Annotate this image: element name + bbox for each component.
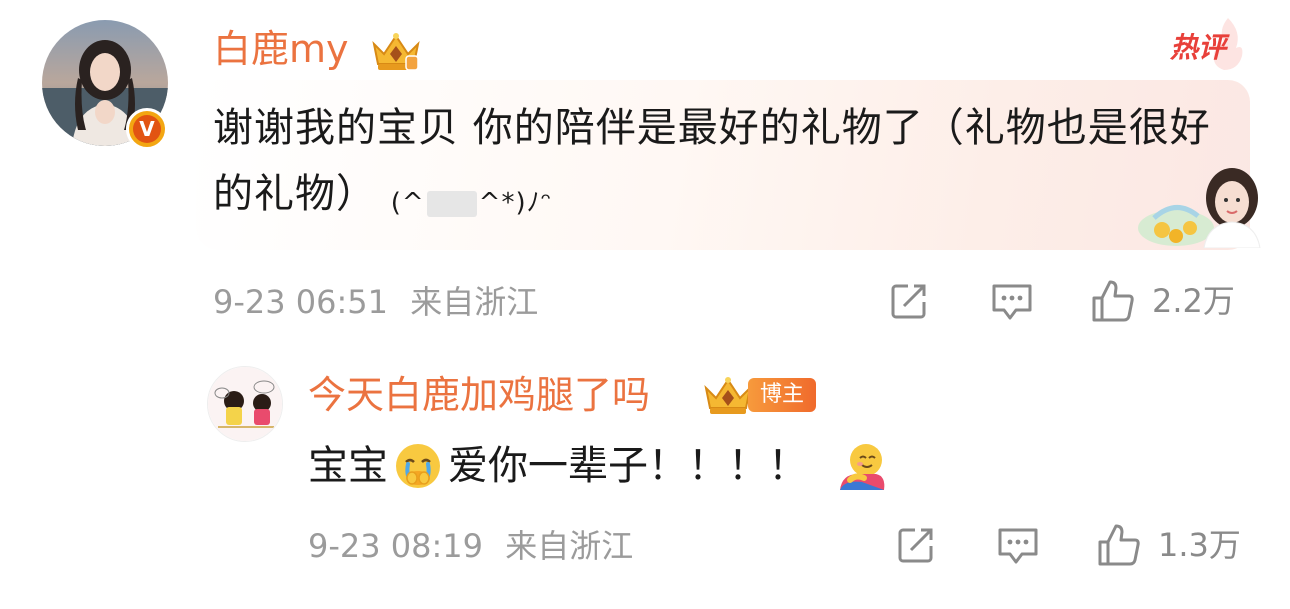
comment-icon (992, 284, 1032, 320)
decorative-sticker (1138, 168, 1261, 248)
crown-icon (372, 33, 420, 71)
reply-text: 宝宝 爱你一辈子！！！！ (308, 438, 892, 494)
hug-emoji-icon (840, 444, 885, 490)
comment-icon (998, 528, 1038, 564)
crying-emoji-icon (396, 444, 440, 488)
reply-source: 来自浙江 (505, 527, 634, 565)
kaomoji: (^ ^*)ﾉᵔ (390, 188, 553, 218)
share-icon (898, 528, 933, 563)
reply-author-name[interactable]: 今天白鹿加鸡腿了吗 (308, 370, 650, 420)
blurred-region (426, 190, 477, 217)
share-button[interactable] (888, 280, 930, 322)
reply-avatar[interactable] (207, 366, 283, 442)
author-tag-badge: 博主 (748, 378, 817, 412)
reply-comment-button[interactable] (996, 524, 1040, 566)
comment-meta: 9-23 06:51 来自浙江 (213, 280, 538, 324)
comment-source: 来自浙江 (410, 283, 539, 321)
comment-text: 谢谢我的宝贝 你的陪伴是最好的礼物了（礼物也是很好的礼物） (^ ^*)ﾉᵔ (213, 95, 1233, 232)
reply-like-button[interactable]: 1.3万 (1096, 522, 1241, 568)
verified-icon: V (126, 108, 168, 150)
reply-meta: 9-23 08:19 来自浙江 (308, 524, 633, 568)
comment-date: 9-23 06:51 (213, 283, 389, 321)
author-name[interactable]: 白鹿my (213, 24, 349, 74)
reply-date: 9-23 08:19 (308, 527, 484, 565)
reply-text-part2: 爱你一辈子！！！！ (448, 443, 808, 489)
hot-comment-badge: 热评 (1170, 31, 1227, 64)
share-icon (891, 284, 926, 319)
comment-body: 谢谢我的宝贝 你的陪伴是最好的礼物了（礼物也是很好的礼物） (213, 105, 1211, 217)
comment-thread: V 白鹿my 热评 谢谢我的宝贝 你的陪伴是最好的礼物了（礼物也是很好的礼物） … (0, 0, 1290, 609)
like-icon (1092, 280, 1134, 322)
like-count: 2.2万 (1152, 282, 1235, 320)
reply-share-button[interactable] (895, 524, 937, 566)
like-count: 1.3万 (1158, 526, 1241, 564)
like-button[interactable]: 2.2万 (1090, 278, 1235, 324)
like-icon (1098, 524, 1140, 566)
reply-text-part1: 宝宝 (308, 443, 388, 489)
comment-button[interactable] (990, 280, 1034, 322)
